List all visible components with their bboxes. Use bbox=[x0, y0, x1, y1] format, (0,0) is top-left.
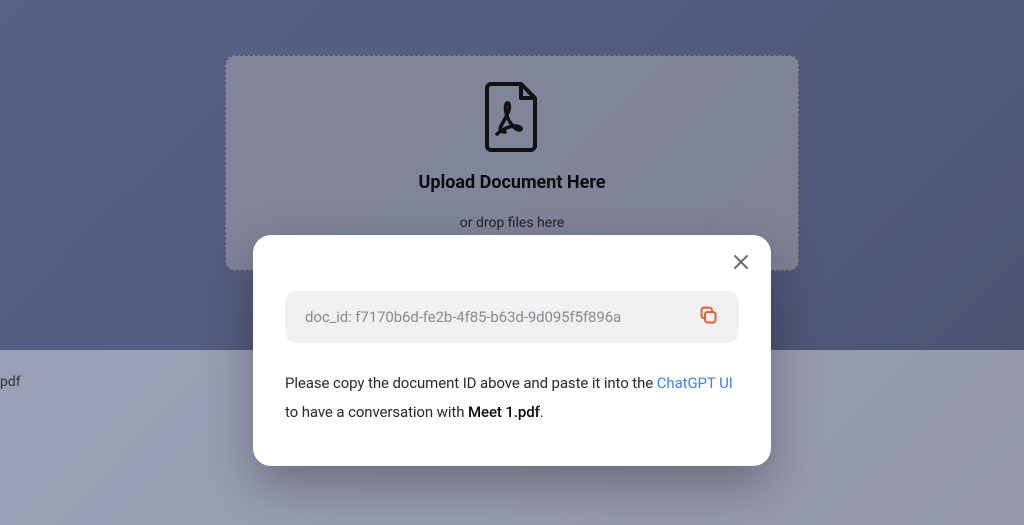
filename-text: Meet 1.pdf bbox=[468, 403, 540, 421]
instruction-part2: to have a conversation with bbox=[285, 403, 468, 421]
close-icon[interactable] bbox=[729, 250, 753, 274]
instruction-text: Please copy the document ID above and pa… bbox=[285, 369, 739, 426]
upload-subtitle: or drop files here bbox=[460, 215, 564, 231]
docid-value: doc_id: f7170b6d-fe2b-4f85-b63d-9d095f5f… bbox=[305, 308, 621, 326]
upload-title: Upload Document Here bbox=[418, 172, 605, 193]
docid-display: doc_id: f7170b6d-fe2b-4f85-b63d-9d095f5f… bbox=[285, 291, 739, 343]
docid-modal: doc_id: f7170b6d-fe2b-4f85-b63d-9d095f5f… bbox=[253, 235, 771, 466]
instruction-part1: Please copy the document ID above and pa… bbox=[285, 374, 657, 392]
pdf-file-icon bbox=[477, 80, 547, 158]
copy-icon[interactable] bbox=[698, 305, 719, 330]
chatgpt-ui-link[interactable]: ChatGPT UI bbox=[657, 374, 733, 392]
instruction-end: . bbox=[540, 403, 544, 421]
